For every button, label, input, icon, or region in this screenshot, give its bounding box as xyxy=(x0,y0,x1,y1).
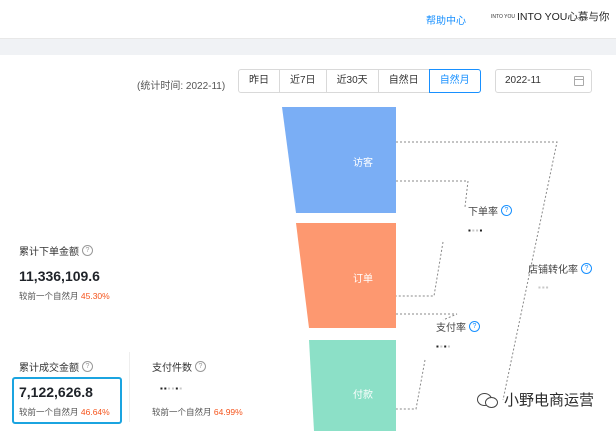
order-rate-line-bottom xyxy=(396,241,444,297)
pay-rate-value-masked: ▪▪▪▪ xyxy=(436,342,452,351)
funnel-stage-visitors xyxy=(282,107,396,213)
question-icon[interactable]: ? xyxy=(581,263,592,274)
store-conversion-label: 店铺转化率 ? xyxy=(528,261,592,276)
store-conversion-label-text: 店铺转化率 xyxy=(528,265,578,276)
question-icon[interactable]: ? xyxy=(501,205,512,216)
funnel-label-visitors: 访客 xyxy=(353,158,373,169)
watermark-text: 小野电商运营 xyxy=(504,391,595,409)
order-rate-label: 下单率 ? xyxy=(468,203,512,218)
store-conversion-value-masked: ▪▪▪ xyxy=(538,283,550,292)
order-rate-line-top xyxy=(396,180,469,208)
order-rate-label-text: 下单率 xyxy=(468,207,498,218)
funnel-graphic xyxy=(282,107,558,431)
funnel-label-orders: 订单 xyxy=(353,274,373,285)
pay-rate-label-text: 支付率 xyxy=(436,323,466,334)
pay-rate-label: 支付率 ? xyxy=(436,319,480,334)
funnel-stage-orders xyxy=(296,223,396,328)
order-rate-value-masked: ▪▪▪▪ xyxy=(468,226,484,235)
funnel-label-payments: 付款 xyxy=(353,390,373,401)
pay-rate-line-bottom xyxy=(396,359,426,410)
question-icon[interactable]: ? xyxy=(469,321,480,332)
wechat-icon xyxy=(477,392,499,408)
watermark: 小野电商运营 xyxy=(477,389,594,410)
